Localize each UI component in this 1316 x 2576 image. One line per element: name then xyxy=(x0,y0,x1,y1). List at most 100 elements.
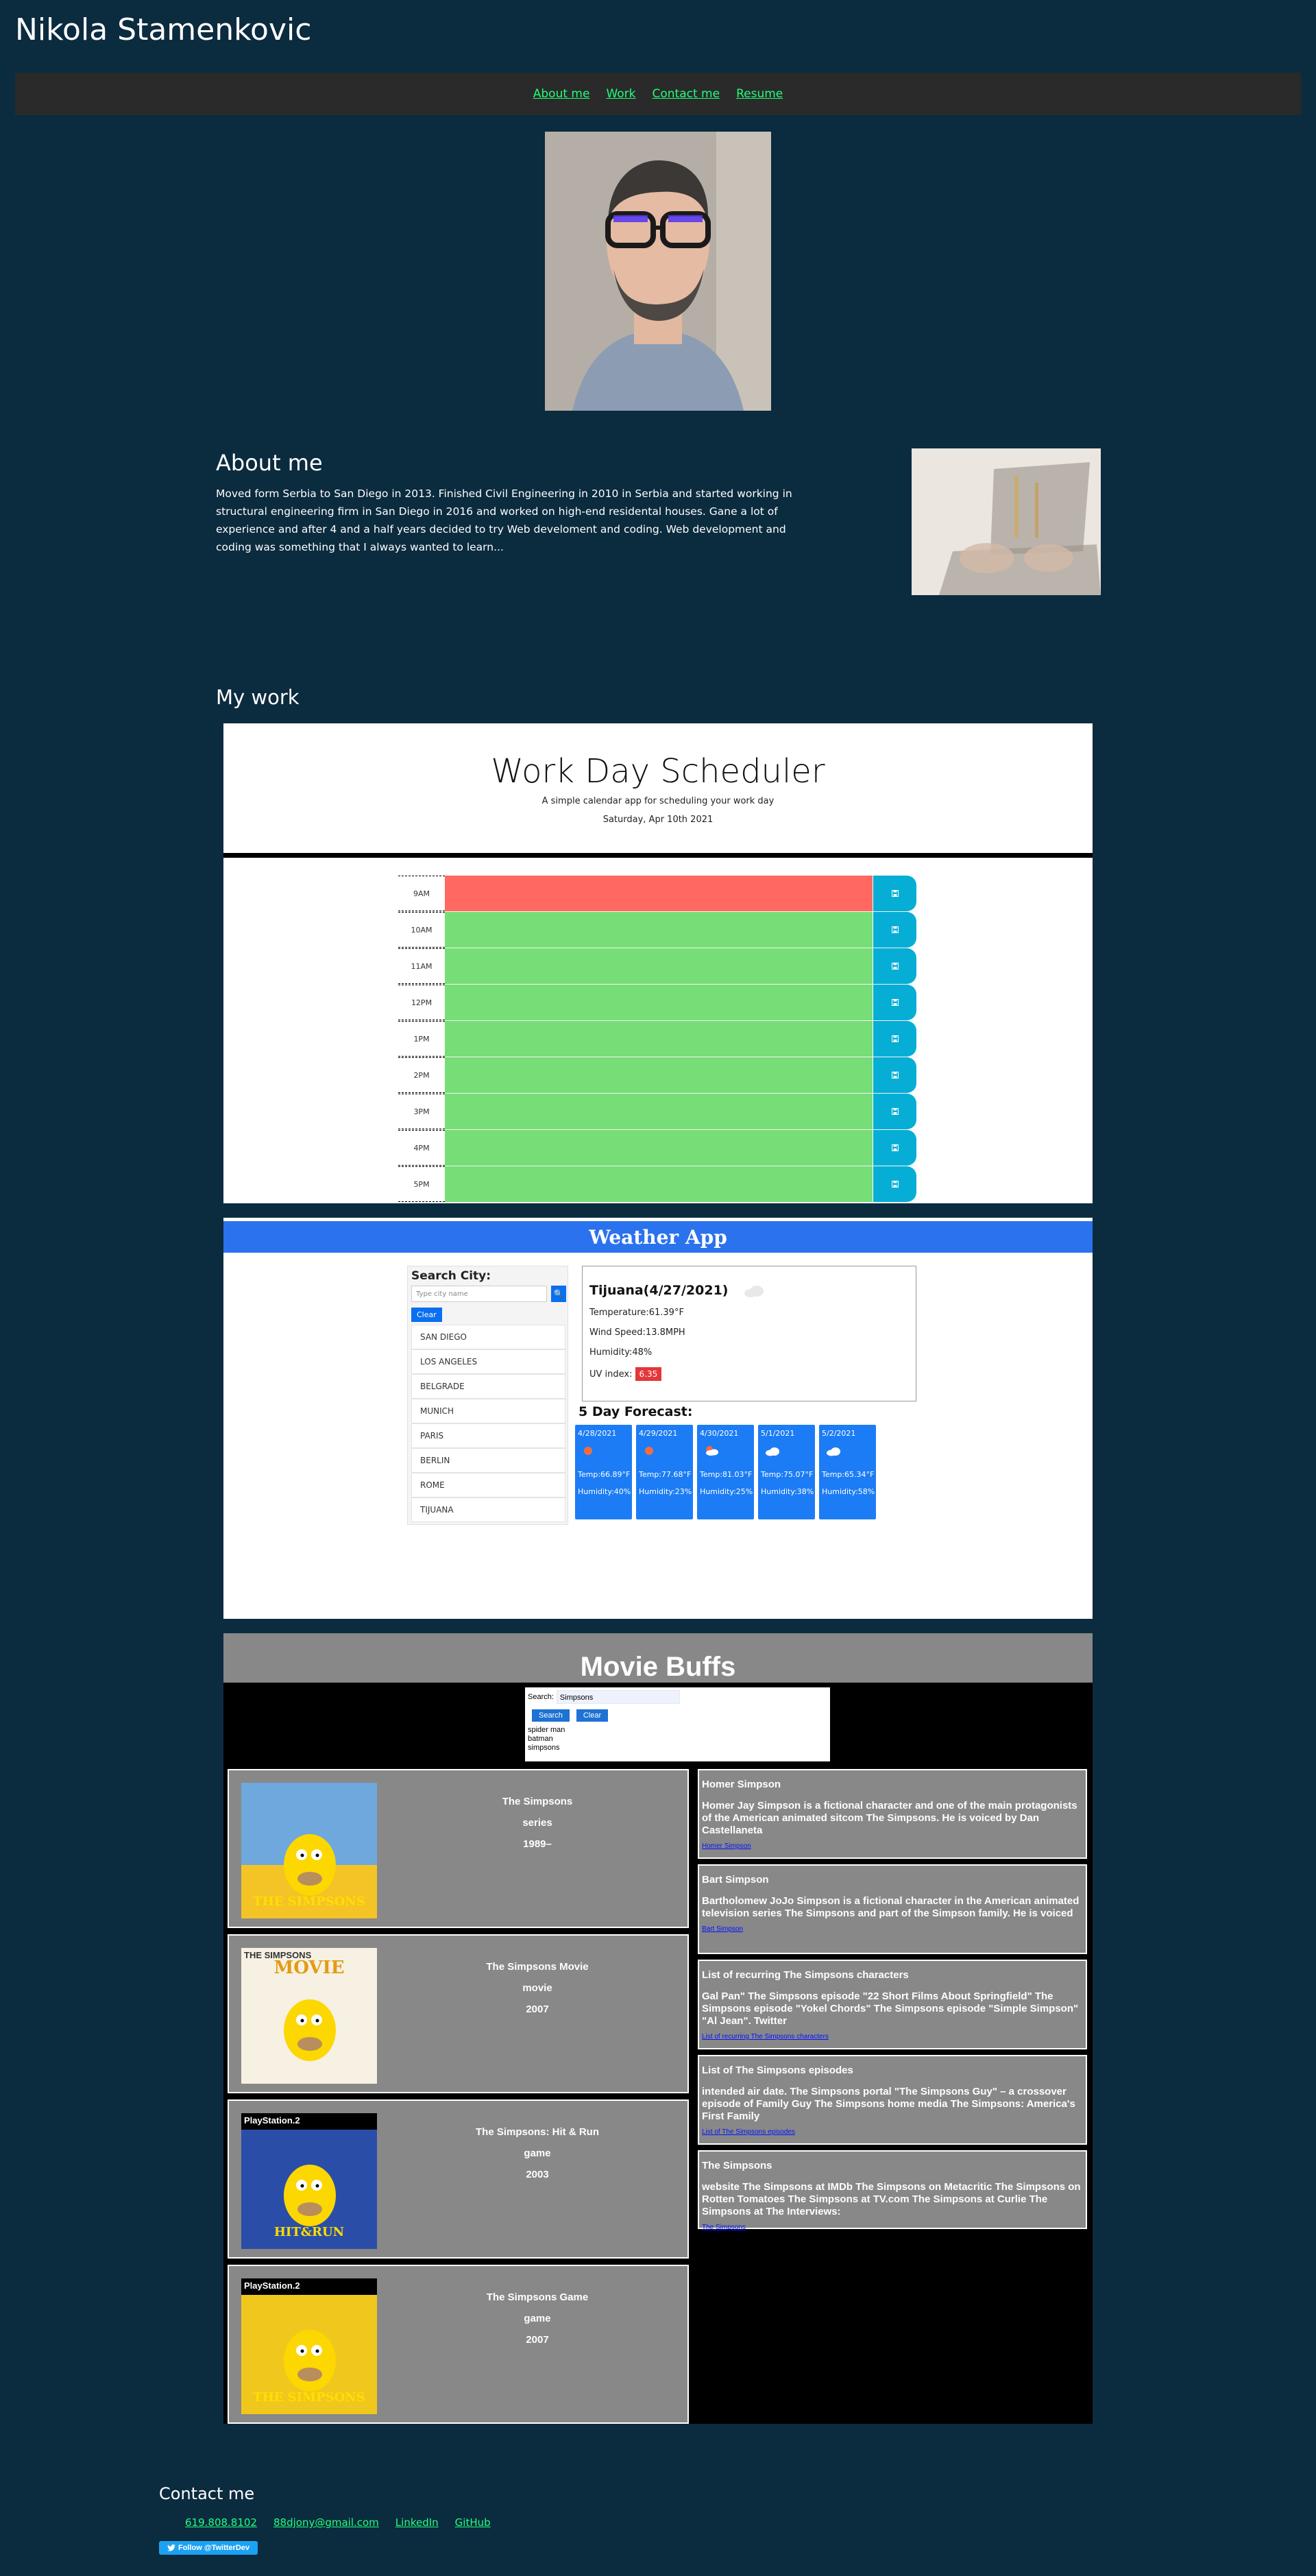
hour-textarea[interactable] xyxy=(445,1166,873,1202)
scheduler-date: Saturday, Apr 10th 2021 xyxy=(602,815,714,825)
wiki-link[interactable]: List of The Simpsons episodes xyxy=(702,2128,795,2136)
forecast-temp: Temp:65.34°F xyxy=(822,1470,875,1479)
save-icon[interactable] xyxy=(873,912,916,948)
twitter-follow-button[interactable]: Follow @TwitterDev xyxy=(159,2541,258,2555)
movie-search-button[interactable]: Search xyxy=(532,1709,570,1722)
forecast-humidity: Humidity:23% xyxy=(639,1487,692,1496)
poster-badge: PlayStation.2 xyxy=(244,2115,300,2126)
forecast-card: 5/2/2021 Temp:65.34°F Humidity:58% xyxy=(819,1425,876,1519)
search-history-item[interactable]: simpsons xyxy=(528,1744,827,1753)
wiki-link[interactable]: List of recurring The Simpsons character… xyxy=(702,2033,829,2041)
hour-textarea[interactable] xyxy=(445,876,873,911)
city-history-item[interactable]: SAN DIEGO xyxy=(411,1325,565,1349)
movie-result-card[interactable]: THE SIMPSONS MOVIE The Simpsons Movie movie… xyxy=(228,1934,689,2093)
cloud-icon xyxy=(826,1445,873,1459)
poster-badge: PlayStation.2 xyxy=(244,2280,300,2291)
search-history-item[interactable]: batman xyxy=(528,1735,827,1744)
city-history-item[interactable]: MUNICH xyxy=(411,1399,565,1423)
city-history-item[interactable]: ROME xyxy=(411,1473,565,1497)
city-history-item[interactable]: LOS ANGELES xyxy=(411,1349,565,1374)
wiki-title: List of recurring The Simpsons character… xyxy=(702,1969,909,1981)
movie-buffs-project[interactable]: Movie Buffs Search: Simpsons Search Clea… xyxy=(223,1633,1093,2424)
wiki-title: Homer Simpson xyxy=(702,1779,781,1790)
forecast-card: 4/30/2021 Temp:81.03°F Humidity:25% xyxy=(697,1425,754,1519)
movie-result-card[interactable]: PlayStation.2 HIT&RUN The Simpsons: Hit & … xyxy=(228,2099,689,2259)
wiki-snippet: Gal Pan" The Simpsons episode "22 Short … xyxy=(702,1990,1079,2027)
scheduler-project[interactable]: Work Day Scheduler A simple calendar app… xyxy=(223,723,1093,1203)
forecast-humidity: Humidity:58% xyxy=(822,1487,875,1496)
movie-result-card[interactable]: PlayStation.2 THE SIMPSONS The Simpsons Ga… xyxy=(228,2265,689,2424)
forecast-date: 5/2/2021 xyxy=(822,1429,856,1438)
search-icon[interactable]: 🔍 xyxy=(551,1286,566,1302)
hour-textarea[interactable] xyxy=(445,1130,873,1166)
hour-row: 10AM xyxy=(398,912,916,948)
forecast-temp: Temp:75.07°F xyxy=(761,1470,814,1479)
city-history-item[interactable]: TIJUANA xyxy=(411,1497,565,1522)
hour-textarea[interactable] xyxy=(445,1094,873,1129)
nav-link-resume[interactable]: Resume xyxy=(736,87,783,101)
hour-textarea[interactable] xyxy=(445,1021,873,1057)
movie-result-card[interactable]: THE SIMPSONS The Simpsons series 1989– xyxy=(228,1769,689,1928)
movie-poster: PlayStation.2 THE SIMPSONS xyxy=(241,2278,377,2414)
movie-clear-button[interactable]: Clear xyxy=(576,1709,609,1722)
hour-textarea[interactable] xyxy=(445,948,873,984)
weather-project[interactable]: Weather App Search City: Type city name … xyxy=(223,1218,1093,1619)
city-history-item[interactable]: BELGRADE xyxy=(411,1374,565,1399)
linkedin-link[interactable]: LinkedIn xyxy=(395,2516,439,2529)
city-history-item[interactable]: PARIS xyxy=(411,1423,565,1448)
forecast-date: 4/30/2021 xyxy=(700,1429,739,1438)
scheduler-hour-list: 9AM 10AM 11AM 12PM 1PM 2PM 3PM 4PM 5PM xyxy=(398,876,916,1203)
movie-info: The Simpsons Game game 2007 xyxy=(435,2287,640,2350)
nav-link-about[interactable]: About me xyxy=(533,87,590,101)
movie-poster: THE SIMPSONS xyxy=(241,1783,377,1918)
forecast-date: 5/1/2021 xyxy=(761,1429,795,1438)
weather-clear-button[interactable]: Clear xyxy=(411,1308,442,1322)
about-text: Moved form Serbia to San Diego in 2013. … xyxy=(216,487,792,553)
forecast-card: 4/28/2021 Temp:66.89°F Humidity:40% xyxy=(575,1425,632,1519)
save-icon[interactable] xyxy=(873,1021,916,1057)
hour-label: 11AM xyxy=(398,948,445,984)
movie-poster: THE SIMPSONS MOVIE xyxy=(241,1948,377,2084)
nav-link-work[interactable]: Work xyxy=(606,87,635,101)
movie-buffs-title: Movie Buffs xyxy=(223,1633,1093,1683)
email-link[interactable]: 88djony@gmail.com xyxy=(273,2516,379,2529)
phone-link[interactable]: 619.808.8102 xyxy=(185,2516,257,2529)
hour-textarea[interactable] xyxy=(445,1057,873,1093)
save-icon[interactable] xyxy=(873,1166,916,1202)
save-icon[interactable] xyxy=(873,1094,916,1129)
search-history-item[interactable]: spider man xyxy=(528,1726,827,1735)
hour-label: 5PM xyxy=(398,1166,445,1202)
laptop-image xyxy=(912,448,1101,595)
wiki-title: List of The Simpsons episodes xyxy=(702,2065,853,2076)
movie-title: The Simpsons xyxy=(502,1796,573,1807)
hour-label: 4PM xyxy=(398,1130,445,1166)
city-search-input[interactable]: Type city name xyxy=(411,1286,547,1302)
forecast-temp: Temp:66.89°F xyxy=(578,1470,631,1479)
github-link[interactable]: GitHub xyxy=(455,2516,491,2529)
hour-label: 3PM xyxy=(398,1094,445,1129)
sun-cloud-icon xyxy=(704,1445,751,1459)
wiki-link[interactable]: The Simpsons xyxy=(702,2224,746,2231)
twitter-bird-icon xyxy=(167,2544,175,2551)
hour-textarea[interactable] xyxy=(445,985,873,1020)
movie-poster: PlayStation.2 HIT&RUN xyxy=(241,2113,377,2249)
save-icon[interactable] xyxy=(873,1130,916,1166)
save-icon[interactable] xyxy=(873,876,916,911)
save-icon[interactable] xyxy=(873,1057,916,1093)
hour-label: 1PM xyxy=(398,1021,445,1057)
forecast-humidity: Humidity:40% xyxy=(578,1487,631,1496)
save-icon[interactable] xyxy=(873,948,916,984)
wiki-link[interactable]: Homer Simpson xyxy=(702,1842,751,1850)
sun-icon xyxy=(643,1445,690,1459)
save-icon[interactable] xyxy=(873,985,916,1020)
nav-link-contact[interactable]: Contact me xyxy=(653,87,720,101)
hour-row: 9AM xyxy=(398,876,916,912)
hour-row: 5PM xyxy=(398,1166,916,1203)
city-history-item[interactable]: BERLIN xyxy=(411,1448,565,1473)
forecast-card: 4/29/2021 Temp:77.68°F Humidity:23% xyxy=(636,1425,693,1519)
movie-search-input[interactable]: Simpsons xyxy=(556,1690,680,1704)
hour-textarea[interactable] xyxy=(445,912,873,948)
wiki-snippet: website The Simpsons at IMDb The Simpson… xyxy=(702,2181,1081,2217)
wiki-link[interactable]: Bart Simpson xyxy=(702,1925,743,1933)
poster-caption: MOVIE xyxy=(273,1958,345,1978)
